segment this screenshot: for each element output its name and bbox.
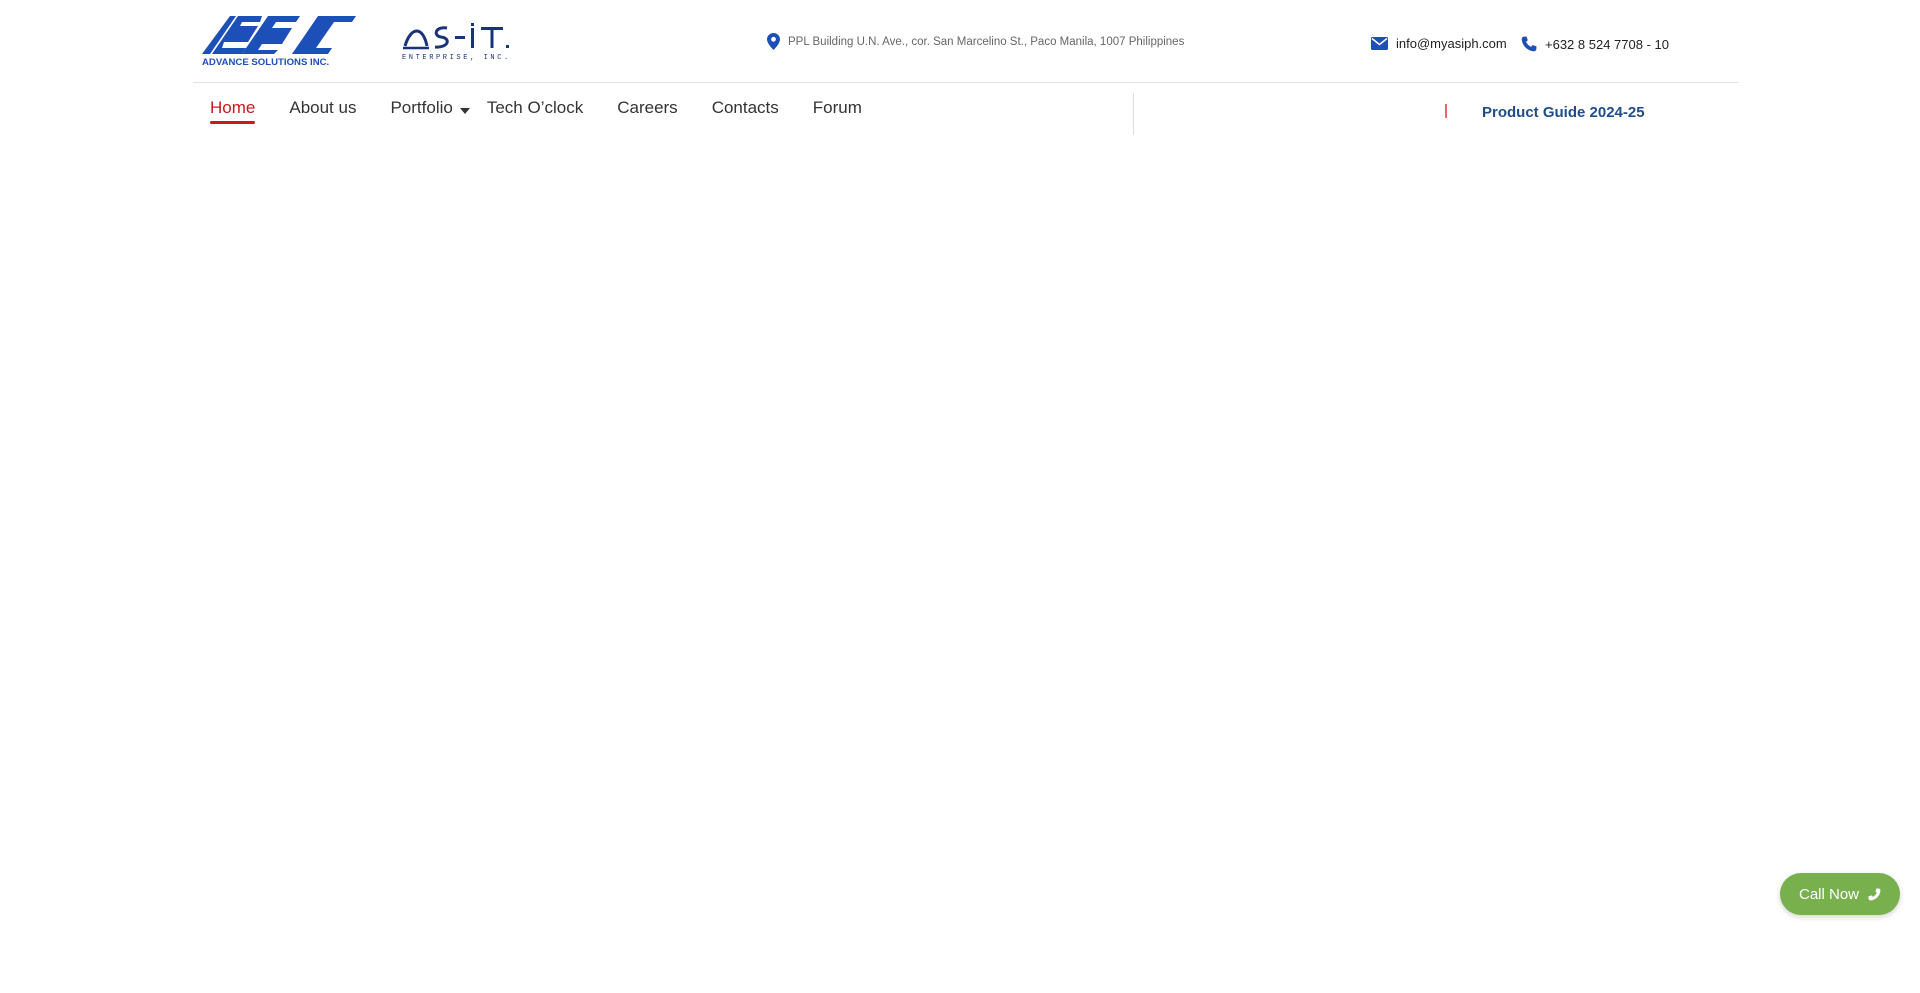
nav-home[interactable]: Home xyxy=(210,98,256,124)
page: ADVANCE SOLUTIONS INC. ENTERPRISE, INC. xyxy=(0,0,1920,993)
nav-portfolio[interactable]: Portfolio xyxy=(390,98,452,124)
nav-divider xyxy=(1133,93,1134,135)
call-now-label: Call Now xyxy=(1798,885,1859,903)
phone-contact[interactable]: +632 8 524 7708 - 10 xyxy=(1521,36,1669,52)
asi-logo[interactable]: ADVANCE SOLUTIONS INC. xyxy=(202,14,356,66)
map-pin-icon xyxy=(767,33,780,50)
nav-forum[interactable]: Forum xyxy=(813,98,862,124)
address: PPL Building U.N. Ave., cor. San Marceli… xyxy=(767,33,1184,50)
envelope-icon xyxy=(1371,37,1388,50)
caret-down-icon xyxy=(459,108,470,114)
asi-logo-text: ADVANCE SOLUTIONS INC. xyxy=(202,57,329,66)
phone-icon xyxy=(1521,36,1537,52)
phone-number[interactable]: +632 8 524 7708 - 10 xyxy=(1545,37,1669,52)
separator-mark xyxy=(1445,104,1447,118)
address-text: PPL Building U.N. Ave., cor. San Marceli… xyxy=(788,35,1185,48)
phone-icon xyxy=(1868,887,1881,901)
nav-careers[interactable]: Careers xyxy=(617,98,677,124)
asit-logo[interactable]: ENTERPRISE, INC. xyxy=(401,22,513,62)
nav-tech-oclock[interactable]: Tech O’clock xyxy=(487,98,583,124)
nav-about-us[interactable]: About us xyxy=(289,98,356,124)
email-contact[interactable]: info@myasiph.com xyxy=(1371,36,1507,51)
asit-logo-text: ENTERPRISE, INC. xyxy=(402,54,511,62)
product-guide-link[interactable]: Product Guide 2024-25 xyxy=(1482,104,1645,121)
portfolio-dropdown-toggle[interactable] xyxy=(453,98,487,118)
call-now-button[interactable]: Call Now xyxy=(1780,873,1900,915)
nav-contacts[interactable]: Contacts xyxy=(712,98,779,124)
main-nav: Home About us Portfolio Tech O’clock Car… xyxy=(210,98,862,128)
email-link[interactable]: info@myasiph.com xyxy=(1396,36,1507,51)
top-bar: ADVANCE SOLUTIONS INC. ENTERPRISE, INC. xyxy=(193,0,1739,83)
